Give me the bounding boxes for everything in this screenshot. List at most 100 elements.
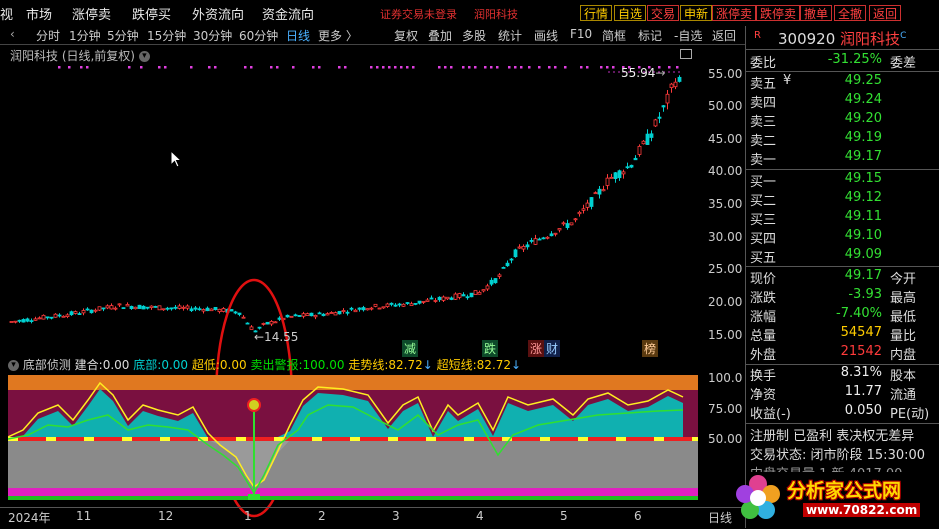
candle-body [405,302,410,304]
menu-market[interactable]: 市场 [26,4,52,23]
time-tick: 12 [158,509,174,523]
tab-15min[interactable]: 15分钟 [147,27,186,44]
bid-row[interactable]: 买二 49.12 [750,190,938,209]
tab-30min[interactable]: 30分钟 [193,27,232,44]
candle-body [177,305,182,309]
multi-stock-button[interactable]: 多股 [462,27,486,44]
candle-body [565,223,570,229]
tab-60min[interactable]: 60分钟 [239,27,278,44]
candle-body [329,312,334,314]
ask-row[interactable]: 卖一 49.17 [750,149,938,168]
f10-button[interactable]: F10 [570,27,592,41]
indicator-item-value: 0.00 [219,358,247,372]
signal-dot [158,66,161,69]
indicator-item-value: 100.00 [302,358,345,372]
signal-dot [564,66,567,69]
ask-row[interactable]: 卖二 49.19 [750,130,938,149]
stat-row: 总量 54547 量比 [750,325,917,344]
candle-body [161,308,166,311]
event-mark-reduce[interactable]: 减 [402,340,419,357]
candle-body [357,307,362,310]
mark-button[interactable]: 标记 [638,27,662,44]
indicator-item-value: 82.72 [476,358,512,372]
candle-body [69,311,74,316]
candles-group [9,75,682,333]
remove-watchlist-button[interactable]: -自选 [674,27,702,44]
signal-dot [600,66,603,69]
candle-body [441,296,446,301]
limit-up-sell-button[interactable]: 涨停卖 [712,5,757,21]
event-mark-rise[interactable]: 涨 [528,340,545,357]
login-warning[interactable]: 证券交易未登录 [380,6,457,22]
signal-dot [520,66,523,69]
ask-row[interactable]: 卖四 49.24 [750,92,938,111]
signal-dot [484,66,487,69]
draw-line-button[interactable]: 画线 [534,27,558,44]
cancel-all-button[interactable]: 全撤 [834,5,867,21]
back-button[interactable]: 返回 [712,27,736,44]
adjust-button[interactable]: 复权 [394,27,418,44]
menu-foreign-flow[interactable]: 外资流向 [192,4,244,23]
back-button-top[interactable]: 返回 [869,5,902,21]
bid-row[interactable]: 买一 49.15 [750,171,938,190]
signal-dot [86,66,89,69]
menu-capital-flow[interactable]: 资金流向 [262,4,314,23]
candlestick-chart[interactable] [8,48,698,353]
signal-dot [338,66,341,69]
candle-body [129,305,134,309]
arrow-down-icon: ↓ [422,358,433,372]
candle-body [665,93,670,104]
stats-button[interactable]: 统计 [498,27,522,44]
weicha-label: 委差 [890,56,917,71]
tab-5min[interactable]: 5分钟 [107,27,139,44]
candle-body [77,313,82,315]
price-tick: 20.00 [708,295,743,309]
overlay-button[interactable]: 叠加 [428,27,452,44]
candle-body [437,296,442,301]
indicator-tick: 50.00 [708,432,743,446]
bid-row[interactable]: 买五 49.09 [750,247,938,266]
ipo-button[interactable]: 申新 [680,5,713,21]
candle-body [473,290,478,295]
indicator-name[interactable]: 底部侦测 [23,358,71,372]
candle-body [641,140,646,145]
candle-body [401,303,406,307]
bid-row[interactable]: 买四 49.10 [750,228,938,247]
candle-body [461,294,466,297]
event-mark-finance[interactable]: 财 [544,340,561,357]
candle-body [457,293,462,298]
stock-name: 润阳科技 [840,30,901,48]
simple-frame-button[interactable]: 简框 [602,27,626,44]
event-mark-list[interactable]: 榜 [642,340,659,357]
tab-intraday[interactable]: 分时 [36,27,60,44]
tab-more[interactable]: 更多 〉 [318,27,358,44]
bid-row[interactable]: 买三 49.11 [750,209,938,228]
indicator-dropdown-icon[interactable]: ▾ [8,360,19,371]
menu-limit-down-buy[interactable]: 跌停买 [132,4,171,23]
menu-view[interactable]: 视 [0,4,13,23]
watchlist-button[interactable]: 自选 [614,5,647,21]
event-mark-fall[interactable]: 跌 [482,340,499,357]
time-tick: 4 [476,509,484,523]
tab-daily[interactable]: 日线 [286,27,310,44]
signal-dot [344,66,347,69]
indicator-chart[interactable] [8,375,698,505]
candle-body [557,228,562,231]
candle-body [73,311,78,314]
indicator-bottom-circle [247,398,261,412]
time-tick: 5 [560,509,568,523]
ask-row[interactable]: 卖三 49.20 [750,111,938,130]
price-tick: 50.00 [708,99,743,113]
stat-row: 现价 49.17 今开 [750,268,917,287]
cancel-order-button[interactable]: 撤单 [800,5,833,21]
ask-row[interactable]: 卖五 ¥49.25 [750,73,938,92]
tab-1min[interactable]: 1分钟 [69,27,101,44]
trade-button[interactable]: 交易 [647,5,680,21]
price-tick: 55.00 [708,67,743,81]
limit-down-sell-button[interactable]: 跌停卖 [756,5,801,21]
candle-body [385,303,390,307]
signal-dot [468,66,471,69]
quote-button[interactable]: 行情 [580,5,613,21]
chevron-left-icon[interactable]: ‹ [10,27,15,41]
menu-limit-up-sell[interactable]: 涨停卖 [72,4,111,23]
